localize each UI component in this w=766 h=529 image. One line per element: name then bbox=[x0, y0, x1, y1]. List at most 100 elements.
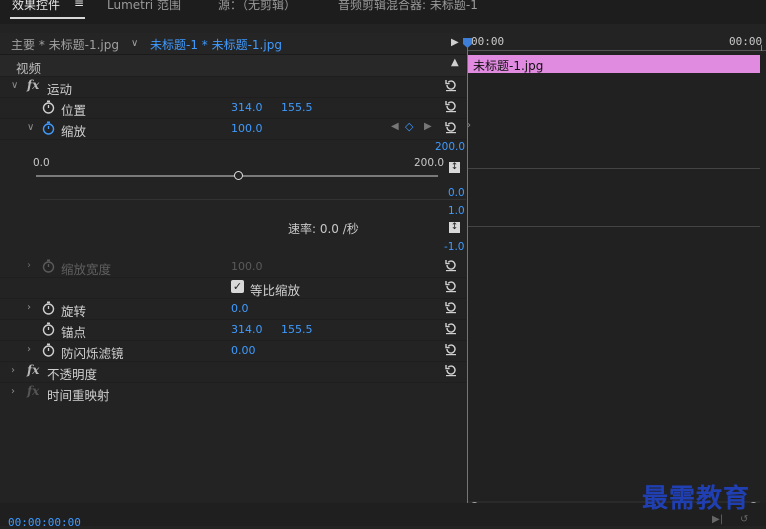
flicker-value[interactable]: 0.00 bbox=[231, 344, 256, 357]
graph-bottom-value: 0.0 bbox=[448, 187, 465, 199]
loop-icon[interactable]: ↺ bbox=[740, 514, 748, 525]
scale-width-value: 100.0 bbox=[231, 260, 263, 273]
chevron-right-icon[interactable]: › bbox=[27, 344, 31, 355]
reset-icon[interactable] bbox=[444, 99, 458, 113]
time-ruler[interactable]: 00:00 00:00 bbox=[467, 33, 766, 53]
tab-source[interactable]: 源：（无剪辑） bbox=[218, 0, 296, 13]
anchor-x-value[interactable]: 314.0 bbox=[231, 323, 263, 336]
tab-effect-controls[interactable]: 效果控件 bbox=[12, 0, 60, 13]
rotation-label: 旋转 bbox=[61, 304, 87, 319]
chevron-right-icon[interactable]: › bbox=[11, 386, 15, 397]
graph-top-value: 200.0 bbox=[435, 141, 466, 153]
property-position-row: 位置 314.0 155.5 bbox=[0, 97, 466, 119]
reset-icon[interactable] bbox=[444, 120, 458, 134]
rotation-value[interactable]: 0.0 bbox=[231, 302, 249, 315]
position-y-value[interactable]: 155.5 bbox=[281, 101, 313, 114]
scale-slider-handle[interactable] bbox=[234, 171, 243, 180]
property-flicker-row: › 防闪烁滤镜 0.00 bbox=[0, 340, 466, 362]
opacity-label: 不透明度 bbox=[47, 367, 98, 382]
section-video-row: 视频 ▲ bbox=[0, 55, 466, 77]
reset-icon[interactable] bbox=[444, 321, 458, 335]
motion-label: 运动 bbox=[47, 82, 73, 97]
next-keyframe-icon[interactable]: ▶ bbox=[424, 121, 432, 132]
playhead-line[interactable] bbox=[467, 38, 468, 503]
rate-readout: 速率: 0.0 /秒 bbox=[288, 222, 359, 236]
sequence-clip-label[interactable]: 未标题-1 * 未标题-1.jpg bbox=[150, 36, 282, 53]
property-scale-row: ∨ 缩放 100.0 ◀ ◇ ▶ bbox=[0, 118, 466, 140]
property-anchor-row: 锚点 314.0 155.5 bbox=[0, 319, 466, 341]
ruler-baseline bbox=[467, 50, 766, 51]
effect-opacity-row: › fx 不透明度 bbox=[0, 361, 466, 383]
effect-motion-row: ∨ fx 运动 bbox=[0, 76, 466, 98]
slider-max-value: 200.0 bbox=[414, 157, 445, 169]
tab-audio-clip-mixer[interactable]: 音频剪辑混合器: 未标题-1 bbox=[338, 0, 478, 13]
stopwatch-icon[interactable] bbox=[42, 259, 55, 273]
active-tab-underline bbox=[10, 17, 85, 19]
scale-label: 缩放 bbox=[61, 124, 87, 139]
speed-scale-toggle-icon[interactable]: ↕ bbox=[449, 222, 460, 233]
scale-value[interactable]: 100.0 bbox=[231, 122, 263, 135]
master-clip-label[interactable]: 主要 * 未标题-1.jpg bbox=[11, 36, 119, 53]
stopwatch-icon[interactable] bbox=[42, 100, 55, 114]
property-scale-width-row: › 缩放宽度 100.0 bbox=[0, 256, 466, 278]
chevron-right-icon[interactable]: › bbox=[27, 260, 31, 271]
chevron-down-icon[interactable]: ∨ bbox=[11, 80, 18, 91]
collapse-up-icon[interactable]: ▲ bbox=[451, 57, 459, 68]
chevron-right-icon[interactable]: › bbox=[11, 365, 15, 376]
effect-time-remap-row: › fx 时间重映射 bbox=[0, 382, 466, 403]
ruler-end-time: 00:00 bbox=[729, 35, 763, 48]
stopwatch-icon[interactable] bbox=[42, 322, 55, 336]
position-x-value[interactable]: 314.0 bbox=[231, 101, 263, 114]
effect-timeline[interactable] bbox=[467, 33, 766, 503]
reset-icon[interactable] bbox=[444, 78, 458, 92]
stopwatch-icon[interactable] bbox=[42, 343, 55, 357]
ruler-start-time: 00:00 bbox=[471, 35, 505, 48]
panel-tab-bar: 效果控件 ≡ Lumetri 范围 源：（无剪辑） 音频剪辑混合器: 未标题-1 bbox=[0, 0, 766, 24]
stopwatch-icon[interactable] bbox=[42, 301, 55, 315]
reset-icon[interactable] bbox=[444, 342, 458, 356]
anchor-label: 锚点 bbox=[61, 325, 87, 340]
graph-scale-toggle-icon[interactable]: ↕ bbox=[449, 162, 460, 173]
clip-bar[interactable]: 未标题-1.jpg bbox=[468, 55, 760, 73]
current-timecode[interactable]: 00:00:00:00 bbox=[8, 516, 81, 529]
chevron-down-icon[interactable]: ∨ bbox=[27, 122, 34, 133]
flicker-label: 防闪烁滤镜 bbox=[61, 346, 124, 361]
clip-name: 未标题-1.jpg bbox=[473, 59, 544, 73]
reset-icon[interactable] bbox=[444, 258, 458, 272]
play-only-icon[interactable]: ▶| bbox=[712, 514, 723, 525]
speed-bottom-value: -1.0 bbox=[444, 241, 465, 253]
tab-lumetri-scopes[interactable]: Lumetri 范围 bbox=[107, 0, 181, 13]
playhead-icon[interactable] bbox=[463, 38, 472, 48]
anchor-y-value[interactable]: 155.5 bbox=[281, 323, 313, 336]
ruler-tick bbox=[761, 45, 762, 51]
stopwatch-active-icon[interactable] bbox=[42, 121, 55, 135]
effect-controls-header: 主要 * 未标题-1.jpg ∨ 未标题-1 * 未标题-1.jpg ▶ bbox=[0, 33, 466, 55]
fx-icon[interactable]: fx bbox=[27, 363, 39, 377]
scale-graph-area: 200.0 0.0 200.0 ↕ 0.0 1.0 ↕ 速率: 0.0 /秒 -… bbox=[0, 140, 466, 254]
speed-top-value: 1.0 bbox=[448, 205, 465, 217]
fx-icon: fx bbox=[27, 384, 40, 398]
property-rotation-row: › 旋转 0.0 bbox=[0, 298, 466, 320]
reset-icon[interactable] bbox=[444, 300, 458, 314]
uniform-scale-label: 等比缩放 bbox=[250, 283, 301, 298]
chevron-right-icon[interactable]: › bbox=[27, 302, 31, 313]
graph-speed-line bbox=[468, 226, 760, 227]
reset-icon[interactable] bbox=[444, 363, 458, 377]
reset-icon[interactable] bbox=[444, 279, 458, 293]
position-label: 位置 bbox=[61, 103, 87, 118]
prev-keyframe-icon[interactable]: ◀ bbox=[391, 121, 399, 132]
play-triangle-icon[interactable]: ▶ bbox=[451, 37, 459, 48]
uniform-scale-checkbox[interactable]: ✓ bbox=[231, 280, 244, 293]
fx-icon[interactable]: fx bbox=[27, 78, 39, 92]
tab-menu-icon[interactable]: ≡ bbox=[74, 0, 84, 10]
graph-value-line bbox=[468, 168, 760, 169]
property-uniform-scale-row: ✓ 等比缩放 bbox=[0, 277, 466, 299]
chevron-down-icon[interactable]: ∨ bbox=[131, 38, 138, 49]
add-keyframe-icon[interactable]: ◇ bbox=[405, 120, 413, 133]
watermark-logo: 最需教育 bbox=[642, 484, 751, 514]
time-remap-label: 时间重映射 bbox=[47, 388, 110, 403]
graph-divider bbox=[40, 199, 466, 200]
section-video-label: 视频 bbox=[16, 61, 42, 76]
scale-width-label: 缩放宽度 bbox=[61, 262, 112, 277]
slider-min-value: 0.0 bbox=[33, 157, 50, 169]
